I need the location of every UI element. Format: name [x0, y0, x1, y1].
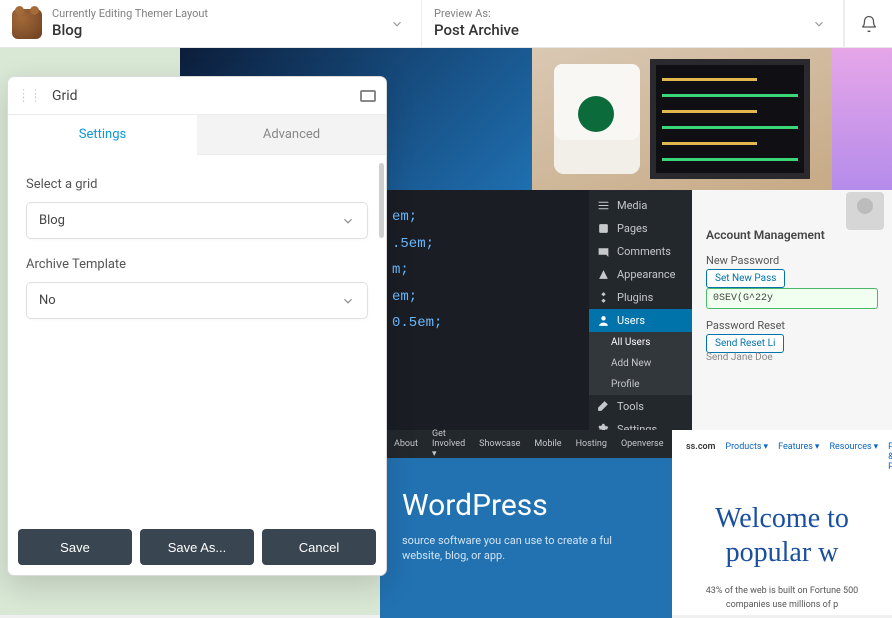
- tab-advanced[interactable]: Advanced: [197, 115, 386, 155]
- tab-settings[interactable]: Settings: [8, 115, 197, 155]
- preview-title: Post Archive: [434, 21, 519, 40]
- chevron-down-icon: [341, 294, 355, 308]
- thumbnail-wp-profile: Account Management New Password Set New …: [692, 190, 892, 430]
- thumbnail-wpadmin: Media Pages Comments Appearance Plugins …: [589, 190, 694, 430]
- scrollbar[interactable]: [379, 163, 384, 238]
- chevron-down-icon[interactable]: [807, 17, 831, 31]
- select-grid-value: Blog: [39, 213, 65, 228]
- drag-handle-icon[interactable]: ⋮⋮⋮⋮: [18, 92, 42, 100]
- layout-switcher[interactable]: Currently Editing Themer Layout Blog: [0, 0, 422, 47]
- thumbnail-code: em; .5em; m; em; 0.5em;: [380, 190, 592, 430]
- chevron-down-icon[interactable]: [385, 17, 409, 31]
- archive-template-value: No: [39, 293, 56, 308]
- panel-title: Grid: [52, 88, 78, 104]
- beaver-logo-icon: [12, 9, 42, 39]
- avatar-icon: [846, 192, 884, 230]
- thumbnail-image: [832, 48, 892, 190]
- thumbnail-wporg: About Get Involved ▾ Showcase Mobile Hos…: [380, 430, 672, 615]
- select-grid-dropdown[interactable]: Blog: [26, 202, 368, 239]
- thumbnail-image: [532, 48, 832, 190]
- thumbnail-wpcom: ss.com Products Features Resources Plans…: [672, 430, 892, 615]
- preview-switcher[interactable]: Preview As: Post Archive: [422, 0, 844, 47]
- preview-kicker: Preview As:: [434, 7, 519, 21]
- expand-icon[interactable]: [360, 90, 376, 102]
- module-settings-panel: ⋮⋮⋮⋮ Grid Settings Advanced Select a gri…: [7, 76, 387, 576]
- panel-footer: Save Save As... Cancel: [8, 519, 386, 575]
- archive-template-label: Archive Template: [26, 257, 368, 272]
- notifications-button[interactable]: [844, 0, 892, 47]
- panel-body: Select a grid Blog Archive Template No: [8, 155, 386, 519]
- account-heading: Account Management: [706, 228, 878, 242]
- editing-kicker: Currently Editing Themer Layout: [52, 7, 208, 21]
- editing-title: Blog: [52, 21, 208, 40]
- archive-template-dropdown[interactable]: No: [26, 282, 368, 319]
- panel-header[interactable]: ⋮⋮⋮⋮ Grid: [8, 77, 386, 115]
- top-bar: Currently Editing Themer Layout Blog Pre…: [0, 0, 892, 48]
- chevron-down-icon: [341, 214, 355, 228]
- panel-tabs: Settings Advanced: [8, 115, 386, 155]
- cancel-button[interactable]: Cancel: [262, 529, 376, 565]
- save-as-button[interactable]: Save As...: [140, 529, 254, 565]
- select-grid-label: Select a grid: [26, 177, 368, 192]
- save-button[interactable]: Save: [18, 529, 132, 565]
